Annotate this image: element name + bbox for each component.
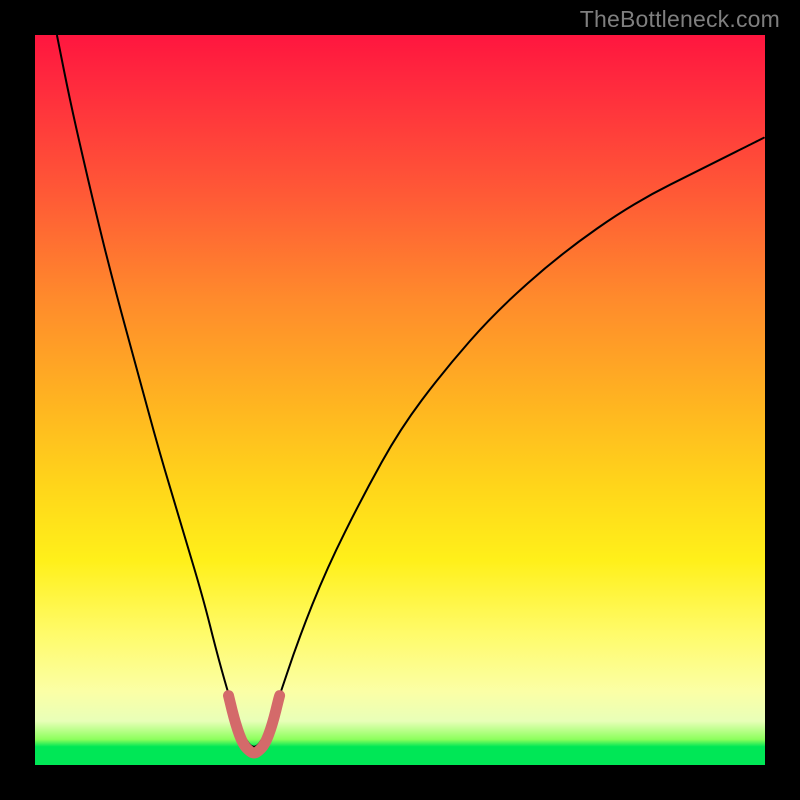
plot-area xyxy=(35,35,765,765)
watermark-text: TheBottleneck.com xyxy=(580,6,780,33)
chart-frame: TheBottleneck.com xyxy=(0,0,800,800)
highlight-trough xyxy=(229,696,280,753)
curve-svg xyxy=(35,35,765,765)
bottleneck-curve xyxy=(57,35,765,747)
